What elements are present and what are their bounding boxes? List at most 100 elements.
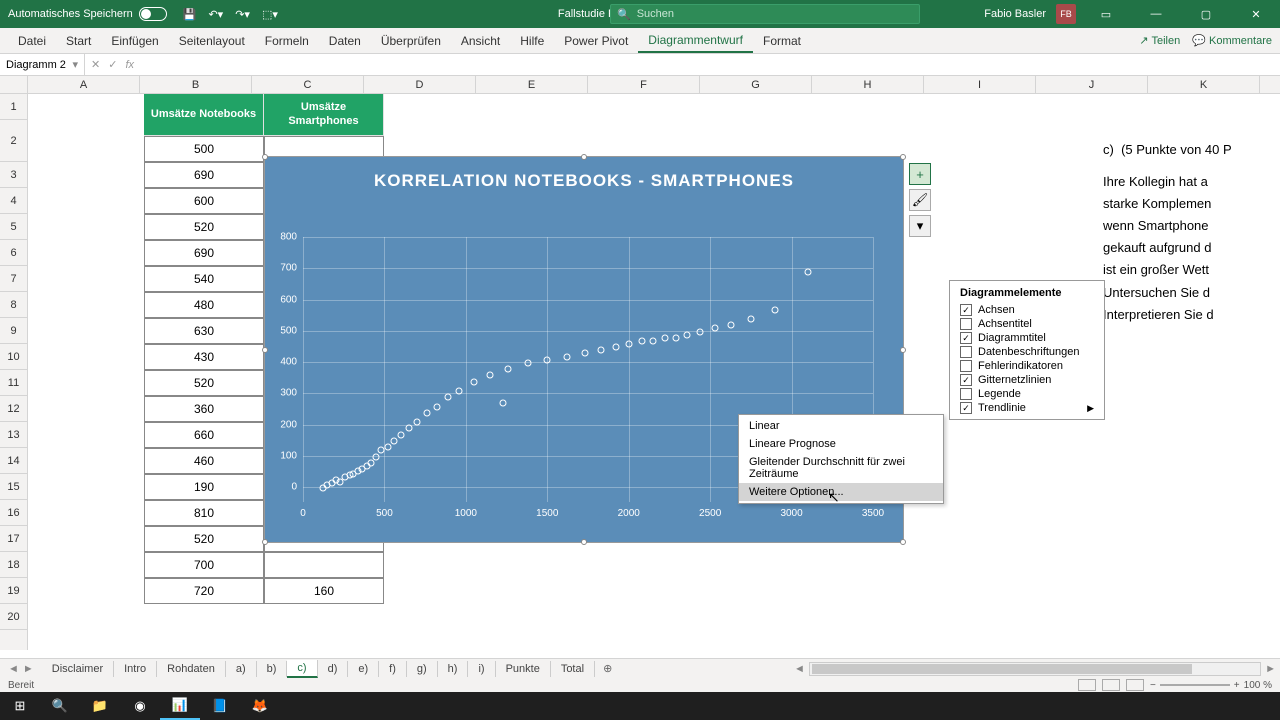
tab-seitenlayout[interactable]: Seitenlayout (169, 30, 255, 52)
view-layout-icon[interactable] (1102, 679, 1120, 691)
col-header[interactable]: I (924, 76, 1036, 93)
explorer-icon[interactable]: 📁 (80, 692, 120, 720)
row-header[interactable]: 3 (0, 162, 27, 188)
sheet-tab[interactable]: i) (468, 661, 495, 677)
search-taskbar-icon[interactable]: 🔍 (40, 692, 80, 720)
data-cell[interactable] (264, 552, 384, 578)
row-header[interactable]: 14 (0, 448, 27, 474)
name-box[interactable]: Diagramm 2▾ (0, 54, 85, 75)
add-sheet-button[interactable]: ⊕ (595, 662, 620, 675)
data-cell[interactable]: 630 (144, 318, 264, 344)
sheet-tab[interactable]: f) (379, 661, 407, 677)
row-header[interactable]: 17 (0, 526, 27, 552)
data-cell[interactable]: 540 (144, 266, 264, 292)
cancel-icon[interactable]: ✕ (91, 58, 100, 71)
view-break-icon[interactable] (1126, 679, 1144, 691)
row-header[interactable]: 6 (0, 240, 27, 266)
data-cell[interactable]: 810 (144, 500, 264, 526)
zoom-control[interactable]: −+ 100 % (1150, 680, 1272, 691)
col-header[interactable]: D (364, 76, 476, 93)
view-normal-icon[interactable] (1078, 679, 1096, 691)
user-name[interactable]: Fabio Basler (984, 8, 1046, 20)
comments-button[interactable]: 💬 Kommentare (1192, 34, 1272, 47)
row-header[interactable]: 18 (0, 552, 27, 578)
col-header[interactable]: H (812, 76, 924, 93)
tab-power pivot[interactable]: Power Pivot (554, 30, 638, 52)
chart-styles-button[interactable]: 🖌 (909, 189, 931, 211)
data-cell[interactable]: 700 (144, 552, 264, 578)
data-cell[interactable]: 190 (144, 474, 264, 500)
row-header[interactable]: 13 (0, 422, 27, 448)
word-icon[interactable]: 📘 (200, 692, 240, 720)
data-cell[interactable]: 600 (144, 188, 264, 214)
row-header[interactable]: 7 (0, 266, 27, 292)
col-header[interactable]: F (588, 76, 700, 93)
tab-diagrammentwurf[interactable]: Diagrammentwurf (638, 29, 753, 53)
data-cell[interactable]: 520 (144, 526, 264, 552)
data-cell[interactable]: 690 (144, 240, 264, 266)
data-cell[interactable]: 690 (144, 162, 264, 188)
chart-elem-item[interactable]: ✓Trendlinie▶ (950, 401, 1104, 415)
row-header[interactable]: 16 (0, 500, 27, 526)
ribbon-mode-icon[interactable]: ▭ (1086, 0, 1126, 28)
row-header[interactable]: 5 (0, 214, 27, 240)
sheet-tab[interactable]: c) (287, 660, 317, 678)
data-cell[interactable]: 430 (144, 344, 264, 370)
chart-elements-button[interactable]: + (909, 163, 931, 185)
tab-hilfe[interactable]: Hilfe (510, 30, 554, 52)
sheet-nav[interactable]: ◄► (0, 663, 42, 675)
row-header[interactable]: 19 (0, 578, 27, 604)
chart-elem-item[interactable]: Datenbeschriftungen (950, 345, 1104, 359)
tab-ansicht[interactable]: Ansicht (451, 30, 510, 52)
sheet-tab[interactable]: Intro (114, 661, 157, 677)
search-input[interactable]: 🔍 Suchen (610, 4, 920, 24)
chart-filter-button[interactable]: ▾ (909, 215, 931, 237)
maximize-icon[interactable]: ▢ (1186, 0, 1226, 28)
fx-icon[interactable]: fx (125, 59, 134, 71)
sheet-tab[interactable]: h) (438, 661, 469, 677)
chart-elem-item[interactable]: Fehlerindikatoren (950, 359, 1104, 373)
sheet-tab[interactable]: b) (257, 661, 288, 677)
minimize-icon[interactable]: — (1136, 0, 1176, 28)
start-icon[interactable]: ⊞ (0, 692, 40, 720)
chart-elem-item[interactable]: ✓Diagrammtitel (950, 331, 1104, 345)
sheet-tab[interactable]: Disclaimer (42, 661, 114, 677)
tab-datei[interactable]: Datei (8, 30, 56, 52)
col-header[interactable]: E (476, 76, 588, 93)
col-header[interactable]: B (140, 76, 252, 93)
save-icon[interactable]: 💾 (183, 8, 197, 21)
row-header[interactable]: 1 (0, 94, 27, 120)
data-cell[interactable]: 520 (144, 214, 264, 240)
row-header[interactable]: 10 (0, 344, 27, 370)
sheet-tab[interactable]: Total (551, 661, 595, 677)
horizontal-scrollbar[interactable]: ◄► (790, 662, 1280, 676)
sheet-tab[interactable]: d) (318, 661, 349, 677)
chart-elem-item[interactable]: ✓Gitternetzlinien (950, 373, 1104, 387)
col-header[interactable]: K (1148, 76, 1260, 93)
tab-daten[interactable]: Daten (319, 30, 371, 52)
row-header[interactable]: 2 (0, 120, 27, 162)
row-header[interactable]: 11 (0, 370, 27, 396)
trend-menu-item[interactable]: Lineare Prognose (739, 435, 943, 453)
excel-icon[interactable]: 📊 (160, 692, 200, 720)
tab-einfügen[interactable]: Einfügen (101, 30, 168, 52)
share-button[interactable]: ↗ Teilen (1139, 34, 1180, 47)
select-all-corner[interactable] (0, 76, 28, 93)
sheet-tab[interactable]: Rohdaten (157, 661, 226, 677)
data-cell[interactable]: 160 (264, 578, 384, 604)
tab-format[interactable]: Format (753, 30, 811, 52)
user-avatar[interactable]: FB (1056, 4, 1076, 24)
trend-menu-item[interactable]: Linear (739, 417, 943, 435)
trend-menu-item[interactable]: Weitere Optionen... (739, 483, 943, 501)
col-header[interactable]: C (252, 76, 364, 93)
cells-area[interactable]: Umsätze Notebooks Umsätze Smartphones 50… (28, 94, 1280, 650)
data-cell[interactable]: 360 (144, 396, 264, 422)
touch-icon[interactable]: ⬚▾ (262, 8, 278, 21)
row-header[interactable]: 4 (0, 188, 27, 214)
data-cell[interactable]: 460 (144, 448, 264, 474)
row-header[interactable]: 15 (0, 474, 27, 500)
tab-formeln[interactable]: Formeln (255, 30, 319, 52)
data-cell[interactable]: 660 (144, 422, 264, 448)
data-cell[interactable]: 480 (144, 292, 264, 318)
sheet-tab[interactable]: Punkte (496, 661, 551, 677)
